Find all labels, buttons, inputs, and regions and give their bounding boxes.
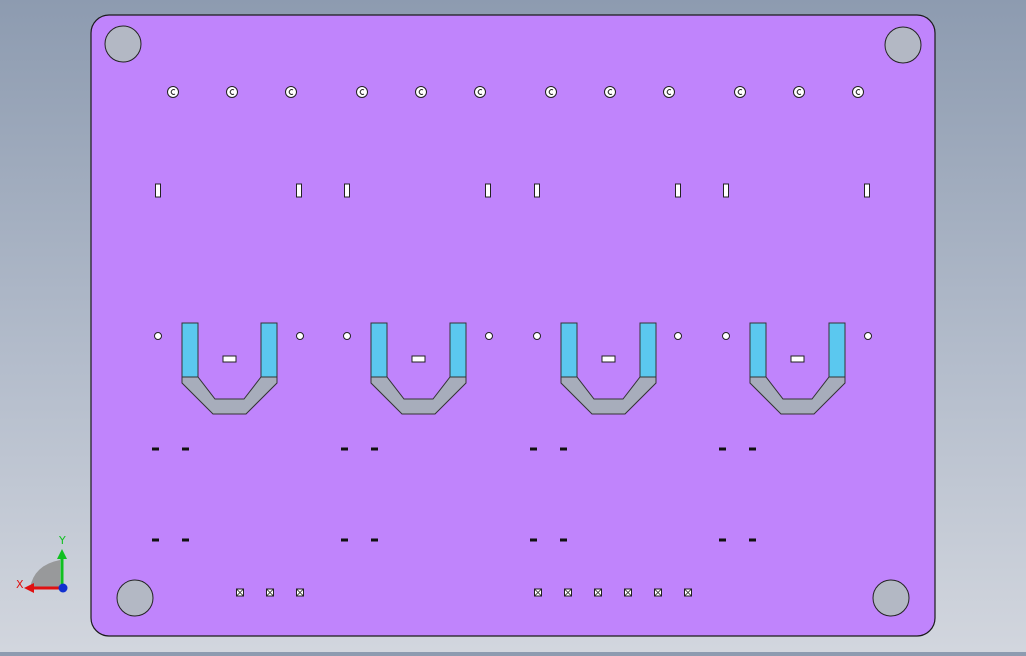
- u-channel-left-arm: [749, 322, 767, 378]
- vertical-slot: [864, 183, 870, 198]
- screw-hole: [734, 86, 746, 98]
- part-drawing: X Y: [16, 14, 936, 637]
- screw-hole: [285, 86, 297, 98]
- dash-mark: [341, 447, 348, 451]
- screw-hole: [356, 86, 368, 98]
- small-hole: [533, 332, 541, 340]
- screw-hole: [167, 86, 179, 98]
- screw-hole-ring: [167, 86, 179, 98]
- vertical-slot: [675, 183, 681, 198]
- small-hole: [343, 332, 351, 340]
- corner-hole: [872, 579, 910, 617]
- crossed-square: [684, 588, 692, 597]
- u-channel-left-arm: [560, 322, 578, 378]
- dash-mark: [182, 447, 189, 451]
- screw-hole-ring: [793, 86, 805, 98]
- screw-hole: [415, 86, 427, 98]
- screw-hole-ring: [474, 86, 486, 98]
- dash-mark: [749, 538, 756, 542]
- screw-hole: [474, 86, 486, 98]
- triad-plane-shape: [30, 560, 60, 588]
- triad-origin: [58, 583, 68, 593]
- vertical-slot: [155, 183, 161, 198]
- screw-hole: [663, 86, 675, 98]
- screw-hole: [226, 86, 238, 98]
- u-channel-left-arm: [181, 322, 199, 378]
- crossed-square: [266, 588, 274, 597]
- screw-hole-ring: [852, 86, 864, 98]
- dash-mark: [152, 538, 159, 542]
- crossed-square: [654, 588, 662, 597]
- y-axis-label: Y: [58, 534, 66, 547]
- dash-mark: [749, 447, 756, 451]
- crossed-square: [236, 588, 244, 597]
- vertical-slot: [723, 183, 729, 198]
- dash-mark: [152, 447, 159, 451]
- base-plate[interactable]: [90, 14, 936, 637]
- dash-mark: [341, 538, 348, 542]
- dash-mark: [719, 447, 726, 451]
- crossed-square: [564, 588, 572, 597]
- screw-hole: [793, 86, 805, 98]
- screw-hole-ring: [604, 86, 616, 98]
- u-channel-left-arm: [370, 322, 388, 378]
- crossed-square: [624, 588, 632, 597]
- small-hole: [296, 332, 304, 340]
- dash-mark: [371, 538, 378, 542]
- coordinate-triad: X Y: [16, 534, 68, 593]
- corner-hole: [884, 26, 922, 64]
- screw-hole-ring: [226, 86, 238, 98]
- center-slot: [411, 355, 426, 363]
- cad-viewport[interactable]: X Y: [0, 0, 1026, 652]
- dash-mark: [530, 538, 537, 542]
- small-hole: [674, 332, 682, 340]
- screw-hole-ring: [285, 86, 297, 98]
- vertical-slot: [344, 183, 350, 198]
- screw-hole-ring: [663, 86, 675, 98]
- x-axis-arrowhead: [24, 583, 34, 593]
- crossed-square: [534, 588, 542, 597]
- dash-mark: [560, 447, 567, 451]
- screw-hole: [852, 86, 864, 98]
- u-channel-right-arm: [260, 322, 278, 378]
- small-hole: [154, 332, 162, 340]
- dash-mark: [560, 538, 567, 542]
- u-channel-right-arm: [449, 322, 467, 378]
- small-hole: [864, 332, 872, 340]
- crossed-square: [296, 588, 304, 597]
- screw-hole: [545, 86, 557, 98]
- crossed-square: [594, 588, 602, 597]
- vertical-slot: [534, 183, 540, 198]
- dash-mark: [371, 447, 378, 451]
- dash-mark: [719, 538, 726, 542]
- small-hole: [485, 332, 493, 340]
- u-channel-right-arm: [639, 322, 657, 378]
- center-slot: [790, 355, 805, 363]
- screw-hole-ring: [734, 86, 746, 98]
- center-slot: [222, 355, 237, 363]
- screw-hole-ring: [545, 86, 557, 98]
- corner-hole: [116, 579, 154, 617]
- y-axis-arrowhead: [57, 549, 67, 559]
- screw-hole: [604, 86, 616, 98]
- dash-mark: [530, 447, 537, 451]
- u-channel-right-arm: [828, 322, 846, 378]
- small-hole: [722, 332, 730, 340]
- vertical-slot: [296, 183, 302, 198]
- vertical-slot: [485, 183, 491, 198]
- dash-mark: [182, 538, 189, 542]
- screw-hole-ring: [415, 86, 427, 98]
- center-slot: [601, 355, 616, 363]
- x-axis-label: X: [16, 578, 24, 591]
- corner-hole: [104, 25, 142, 63]
- screw-hole-ring: [356, 86, 368, 98]
